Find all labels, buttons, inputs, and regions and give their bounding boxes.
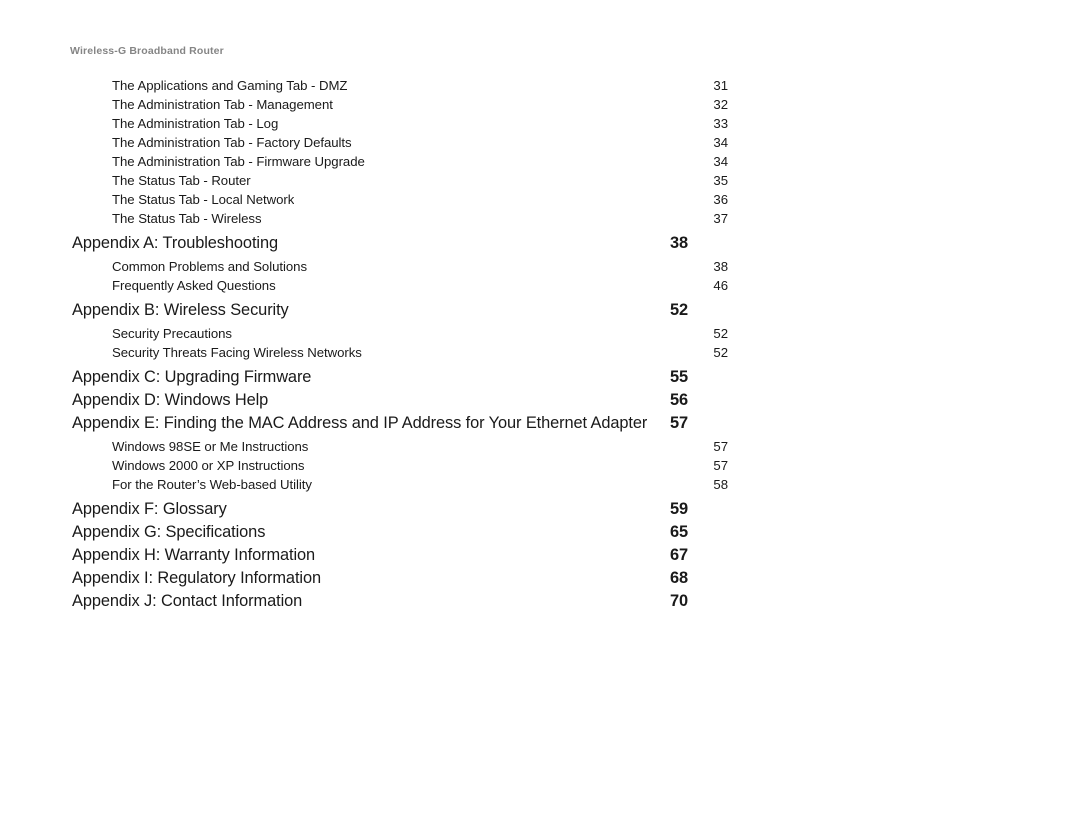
toc-entry[interactable]: Appendix D: Windows Help 56 (72, 389, 688, 412)
toc-entry[interactable]: The Administration Tab - Log 33 (72, 114, 728, 133)
toc-entry[interactable]: The Administration Tab - Factory Default… (72, 133, 728, 152)
toc-entry-label: Appendix B: Wireless Security (72, 301, 289, 319)
toc-entry[interactable]: Frequently Asked Questions 46 (72, 276, 728, 295)
toc-entry-label: Appendix E: Finding the MAC Address and … (72, 414, 648, 432)
toc-entry-page-number: 67 (669, 546, 688, 564)
toc-entry-label: The Administration Tab - Management (112, 97, 333, 112)
toc-entry-label: Appendix J: Contact Information (72, 592, 303, 610)
toc-entry-label: Appendix C: Upgrading Firmware (72, 368, 312, 386)
toc-entry[interactable]: Security Precautions 52 (72, 324, 728, 343)
toc-entry-label: Appendix A: Troubleshooting (72, 234, 278, 252)
toc-entry-page-number: 57 (713, 439, 728, 454)
toc-entry-label: The Administration Tab - Factory Default… (112, 135, 352, 150)
toc-entry[interactable]: The Applications and Gaming Tab - DMZ 31 (72, 76, 728, 95)
toc-entry-page-number: 31 (713, 78, 728, 93)
toc-entry-page-number: 70 (669, 592, 688, 610)
toc-entry-page-number: 34 (713, 154, 728, 169)
toc-entry-page-number: 56 (669, 391, 688, 409)
toc-entry-page-number: 57 (669, 414, 688, 432)
toc-entry-page-number: 36 (713, 192, 728, 207)
toc-entry-label: The Status Tab - Router (112, 173, 251, 188)
toc-entry-page-number: 34 (713, 135, 728, 150)
toc-entry[interactable]: Appendix E: Finding the MAC Address and … (72, 412, 688, 435)
toc-entry-page-number: 38 (713, 259, 728, 274)
toc-entry-page-number: 52 (669, 301, 688, 319)
toc-entry-page-number: 52 (713, 326, 728, 341)
toc-entry[interactable]: The Administration Tab - Management 32 (72, 95, 728, 114)
toc-entry[interactable]: The Status Tab - Router 35 (72, 171, 728, 190)
toc-entry[interactable]: Windows 2000 or XP Instructions 57 (72, 456, 728, 475)
toc-entry[interactable]: Appendix J: Contact Information 70 (72, 590, 688, 613)
toc-entry-label: Appendix F: Glossary (72, 500, 227, 518)
toc-entry-label: Appendix I: Regulatory Information (72, 569, 321, 587)
toc-entry-page-number: 68 (669, 569, 688, 587)
toc-entry-page-number: 33 (713, 116, 728, 131)
toc-entry-label: Appendix D: Windows Help (72, 391, 269, 409)
toc-entry-label: The Administration Tab - Log (112, 116, 279, 131)
toc-entry[interactable]: The Status Tab - Local Network 36 (72, 190, 728, 209)
toc-entry[interactable]: Appendix A: Troubleshooting 38 (72, 232, 688, 255)
toc-entry-page-number: 46 (713, 278, 728, 293)
toc-entry[interactable]: The Status Tab - Wireless 37 (72, 209, 728, 228)
toc-entry-label: The Applications and Gaming Tab - DMZ (112, 78, 348, 93)
toc-entry-label: The Administration Tab - Firmware Upgrad… (112, 154, 365, 169)
toc-entry[interactable]: Appendix G: Specifications 65 (72, 521, 688, 544)
toc-entry-page-number: 32 (713, 97, 728, 112)
toc-entry-page-number: 58 (713, 477, 728, 492)
toc-entry-page-number: 38 (669, 234, 688, 252)
toc-entry-page-number: 57 (713, 458, 728, 473)
toc-entry-label: Windows 2000 or XP Instructions (112, 458, 305, 473)
running-header: Wireless-G Broadband Router (70, 45, 224, 57)
toc-entry-page-number: 37 (713, 211, 728, 226)
table-of-contents: The Applications and Gaming Tab - DMZ 31 T… (72, 76, 728, 613)
toc-entry-page-number: 65 (669, 523, 688, 541)
document-page: Wireless-G Broadband Router The Applicat… (0, 0, 1080, 834)
toc-entry[interactable]: Appendix H: Warranty Information 67 (72, 544, 688, 567)
toc-entry[interactable]: Appendix I: Regulatory Information 68 (72, 567, 688, 590)
toc-entry[interactable]: Appendix C: Upgrading Firmware 55 (72, 366, 688, 389)
toc-entry-label: The Status Tab - Wireless (112, 211, 262, 226)
toc-entry-page-number: 59 (669, 500, 688, 518)
toc-entry[interactable]: The Administration Tab - Firmware Upgrad… (72, 152, 728, 171)
toc-entry-page-number: 35 (713, 173, 728, 188)
toc-entry[interactable]: Security Threats Facing Wireless Network… (72, 343, 728, 362)
toc-entry[interactable]: Windows 98SE or Me Instructions 57 (72, 437, 728, 456)
toc-entry-label: Windows 98SE or Me Instructions (112, 439, 309, 454)
toc-entry-label: Frequently Asked Questions (112, 278, 276, 293)
toc-entry-label: Security Precautions (112, 326, 232, 341)
toc-entry[interactable]: Appendix F: Glossary 59 (72, 498, 688, 521)
toc-entry[interactable]: Common Problems and Solutions 38 (72, 257, 728, 276)
toc-entry-page-number: 55 (669, 368, 688, 386)
toc-entry-label: Common Problems and Solutions (112, 259, 307, 274)
toc-entry-page-number: 52 (713, 345, 728, 360)
toc-entry-label: Appendix H: Warranty Information (72, 546, 316, 564)
toc-entry-label: Security Threats Facing Wireless Network… (112, 345, 362, 360)
toc-entry-label: Appendix G: Specifications (72, 523, 266, 541)
toc-entry-label: For the Router’s Web-based Utility (112, 477, 312, 492)
toc-entry[interactable]: Appendix B: Wireless Security 52 (72, 299, 688, 322)
toc-entry[interactable]: For the Router’s Web-based Utility 58 (72, 475, 728, 494)
toc-entry-label: The Status Tab - Local Network (112, 192, 295, 207)
